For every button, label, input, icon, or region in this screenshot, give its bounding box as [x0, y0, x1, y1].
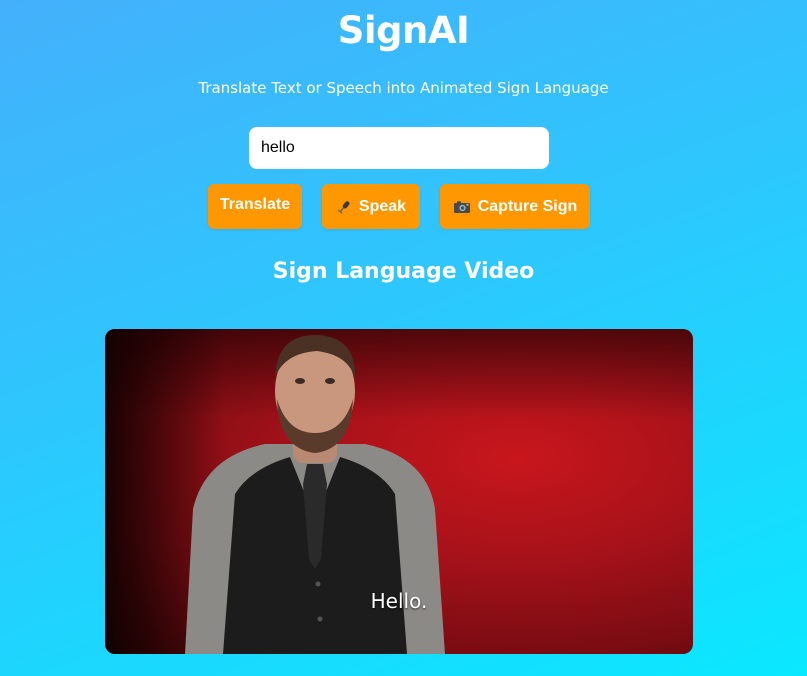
sign-language-video[interactable]: Hello.: [105, 329, 693, 654]
capture-sign-button-label: Capture Sign: [477, 197, 578, 215]
app-title: SignAI: [337, 9, 470, 52]
camera-icon: [453, 200, 471, 214]
translate-button-label: Translate: [219, 195, 291, 213]
app-subtitle: Translate Text or Speech into Animated S…: [198, 79, 609, 97]
video-caption: Hello.: [370, 589, 428, 613]
microphone-icon: [336, 199, 352, 215]
capture-sign-button[interactable]: Capture Sign: [440, 184, 590, 229]
translate-button[interactable]: Translate: [208, 184, 302, 229]
video-section-heading: Sign Language Video: [272, 259, 535, 284]
speak-button[interactable]: Speak: [322, 184, 420, 229]
speak-button-label: Speak: [358, 197, 407, 215]
text-input[interactable]: [249, 127, 549, 169]
